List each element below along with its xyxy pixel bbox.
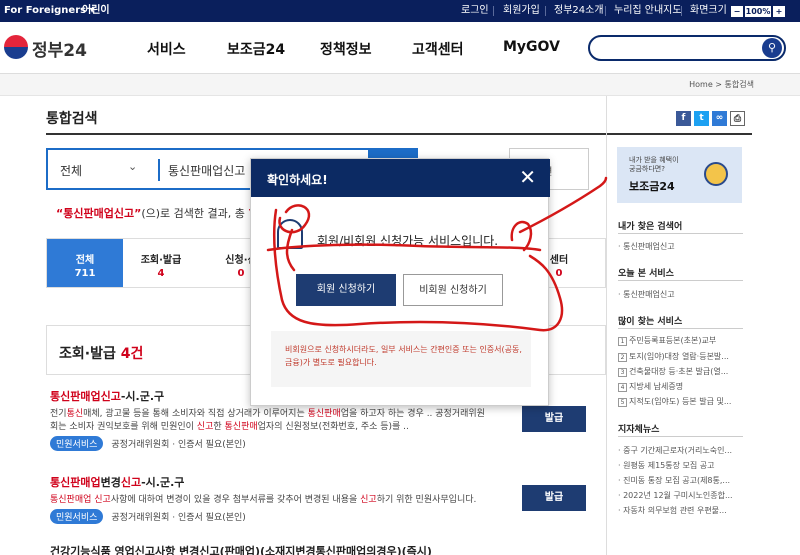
page: { "topbar": { "foreigners": "For Foreign… xyxy=(0,0,800,555)
annotation-scribble xyxy=(266,176,608,332)
